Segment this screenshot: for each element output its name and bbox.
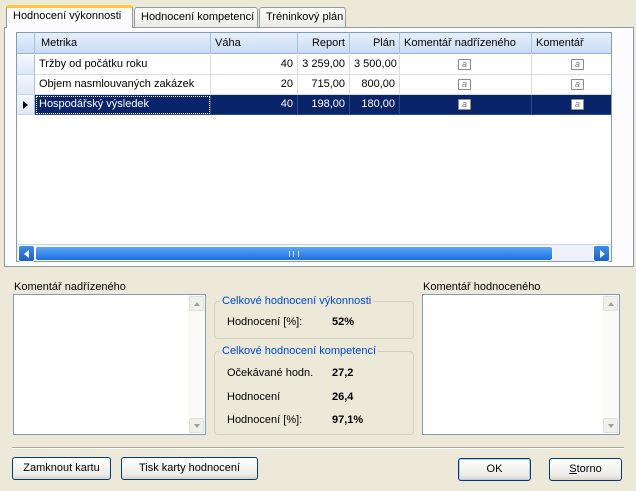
arrow-left-icon [24, 250, 29, 258]
scroll-right-button[interactable] [593, 245, 610, 262]
competence-summary-title: Celkové hodnocení kompetencí [220, 345, 379, 357]
vertical-scrollbar[interactable] [602, 295, 619, 434]
print-card-button[interactable]: Tisk karty hodnocení [121, 457, 258, 480]
competence-rating-value: 26,4 [332, 391, 354, 403]
memo-icon[interactable]: a [571, 79, 584, 90]
cell-comment[interactable]: a [532, 95, 611, 115]
cell-comment[interactable]: a [532, 75, 611, 95]
supervisor-comment-field[interactable] [13, 294, 206, 435]
column-header-plan[interactable]: Plán [350, 33, 400, 54]
memo-icon[interactable]: a [458, 79, 471, 90]
column-header-comment[interactable]: Komentář [532, 33, 611, 54]
current-row-arrow-icon [23, 101, 28, 109]
separator-line [12, 447, 624, 449]
vertical-scrollbar[interactable] [188, 295, 205, 434]
metrics-grid: Metrika Váha Report Plán Komentář nadříz… [16, 32, 612, 262]
expected-rating-value: 27,2 [332, 367, 354, 379]
row-indicator[interactable] [17, 95, 35, 115]
cell-supervisor-comment[interactable]: a [400, 75, 532, 95]
performance-rating-value: 52% [332, 316, 355, 328]
performance-rating-label: Hodnocení [%]: [227, 316, 303, 328]
grip-icon [289, 251, 299, 257]
column-header-report[interactable]: Report [298, 33, 350, 54]
cell-weight[interactable]: 40 [211, 55, 298, 75]
cell-report[interactable]: 198,00 [298, 95, 350, 115]
cell-weight[interactable]: 20 [211, 75, 298, 95]
cancel-button[interactable]: Storno [549, 458, 622, 481]
scroll-up-button[interactable] [603, 296, 618, 311]
cell-plan[interactable]: 800,00 [350, 75, 400, 95]
cell-report[interactable]: 715,00 [298, 75, 350, 95]
cell-comment[interactable]: a [532, 55, 611, 75]
scroll-up-button[interactable] [189, 296, 204, 311]
memo-icon[interactable]: a [458, 59, 471, 70]
scroll-down-button[interactable] [603, 418, 618, 433]
cell-metric[interactable]: Hospodářský výsledek [35, 95, 211, 115]
employee-comment-label: Komentář hodnoceného [423, 281, 541, 293]
arrow-up-icon [194, 302, 200, 306]
performance-summary-title: Celkové hodnocení výkonnosti [220, 295, 374, 307]
cancel-button-label: torno [576, 463, 602, 475]
tab-training-plan[interactable]: Tréninkový plán [259, 7, 346, 27]
employee-comment-field[interactable] [422, 294, 620, 435]
arrow-right-icon [600, 250, 605, 258]
column-header-supervisor-comment[interactable]: Komentář nadřízeného [400, 33, 532, 54]
competence-rating-pct-label: Hodnocení [%]: [227, 414, 303, 426]
competence-rating-pct-value: 97,1% [332, 414, 364, 426]
memo-icon[interactable]: a [571, 59, 584, 70]
cell-weight[interactable]: 40 [211, 95, 298, 115]
cancel-button-mnemonic: S [569, 463, 577, 475]
grid-header: Metrika Váha Report Plán Komentář nadříz… [17, 33, 611, 54]
cell-supervisor-comment[interactable]: a [400, 55, 532, 75]
scroll-left-button[interactable] [18, 245, 35, 262]
tab-competence-rating[interactable]: Hodnocení kompetencí [134, 7, 258, 27]
cell-metric[interactable]: Tržby od počátku roku [35, 55, 211, 75]
row-indicator[interactable] [17, 75, 35, 95]
column-header-weight[interactable]: Váha [211, 33, 298, 54]
row-indicator[interactable] [17, 55, 35, 75]
cell-metric[interactable]: Objem nasmlouvaných zakázek [35, 75, 211, 95]
ok-button[interactable]: OK [458, 458, 531, 481]
table-row[interactable]: Objem nasmlouvaných zakázek 20 715,00 80… [17, 75, 611, 95]
memo-icon[interactable]: a [571, 99, 584, 110]
tab-performance-rating[interactable]: Hodnocení výkonnosti [6, 5, 133, 28]
cell-plan[interactable]: 180,00 [350, 95, 400, 115]
horizontal-scrollbar[interactable] [17, 244, 611, 262]
cell-report[interactable]: 3 259,00 [298, 55, 350, 75]
table-row-selected[interactable]: Hospodářský výsledek 40 198,00 180,00 a … [17, 95, 611, 115]
lock-card-button[interactable]: Zamknout kartu [12, 457, 111, 480]
cell-plan[interactable]: 3 500,00 [350, 55, 400, 75]
scroll-down-button[interactable] [189, 418, 204, 433]
arrow-up-icon [608, 302, 614, 306]
arrow-down-icon [608, 424, 614, 428]
expected-rating-label: Očekávané hodn. [227, 367, 314, 379]
column-header-metric[interactable]: Metrika [35, 33, 211, 54]
header-indicator-cell [17, 33, 35, 54]
scrollbar-thumb[interactable] [35, 246, 553, 261]
memo-icon[interactable]: a [458, 99, 471, 110]
arrow-down-icon [194, 424, 200, 428]
supervisor-comment-label: Komentář nadřízeného [14, 281, 126, 293]
cell-supervisor-comment[interactable]: a [400, 95, 532, 115]
competence-rating-label: Hodnocení [227, 391, 281, 403]
table-row[interactable]: Tržby od počátku roku 40 3 259,00 3 500,… [17, 55, 611, 75]
